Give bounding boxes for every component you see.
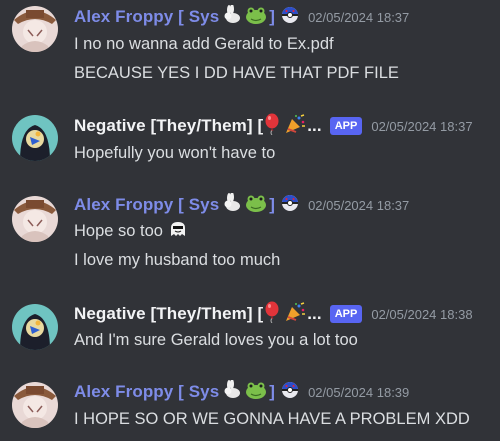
app-badge: APP [329,305,363,323]
frog-icon [245,5,267,30]
message-text: I love my husband too much [74,251,281,269]
timestamp: 02/05/2024 18:39 [308,384,410,400]
rabbit-icon [222,191,242,218]
avatar[interactable] [12,6,58,52]
author-name[interactable]: Alex Froppy [ Sys [74,195,219,215]
message-header: Alex Froppy [ Sys ] 02/05/2024 18:39 [74,378,410,405]
bracket-close: ] [269,195,276,214]
timestamp: 02/05/2024 18:38 [371,306,473,322]
timestamp: 02/05/2024 18:37 [371,118,473,134]
pokeball-icon [281,6,299,29]
balloon-icon [264,301,280,328]
bracket-close: ] [269,7,276,26]
author-name[interactable]: Alex Froppy [ Sys [74,7,219,27]
rabbit-icon [222,3,242,30]
chat-message-list: Alex Froppy [ Sys ] 02/05/2024 18:37 I n… [0,0,500,441]
message-text-span: Hope so too [74,222,163,240]
message-header: Negative [They/Them] [ ... APP 02/05/202… [74,113,473,140]
timestamp: 02/05/2024 18:37 [308,197,410,213]
party-popper-icon [284,301,306,327]
avatar[interactable] [12,304,58,350]
name-ellipsis: ... [307,304,322,323]
author-name[interactable]: Negative [They/Them] [ [74,116,263,136]
message-text: Hopefully you won't have to [74,144,276,162]
author-name[interactable]: Negative [They/Them] [ [74,304,263,324]
frog-icon [245,193,267,218]
pokeball-icon [281,194,299,217]
author-name[interactable]: Alex Froppy [ Sys [74,382,219,402]
ghost-icon [169,220,187,244]
message-header: Alex Froppy [ Sys ] 02/05/2024 18:37 [74,191,410,218]
balloon-icon [264,113,280,140]
message-text: I HOPE SO OR WE GONNA HAVE A PROBLEM XDD [74,410,470,428]
avatar[interactable] [12,382,58,428]
avatar[interactable] [12,196,58,242]
timestamp: 02/05/2024 18:37 [308,9,410,25]
rabbit-icon [222,378,242,405]
message-header: Negative [They/Them] [ ... APP 02/05/202… [74,301,473,328]
message-text: I no no wanna add Gerald to Ex.pdf [74,35,334,53]
party-popper-icon [284,113,306,139]
bracket-close: ] [269,382,276,401]
message-header: Alex Froppy [ Sys ] 02/05/2024 18:37 [74,3,410,30]
pokeball-icon [281,381,299,404]
app-badge: APP [329,117,363,135]
message-text: Hope so too [74,219,187,243]
message-text: BECAUSE YES I DD HAVE THAT PDF FILE [74,64,399,82]
frog-icon [245,380,267,405]
name-ellipsis: ... [307,116,322,135]
avatar[interactable] [12,115,58,161]
message-text: And I'm sure Gerald loves you a lot too [74,331,358,349]
